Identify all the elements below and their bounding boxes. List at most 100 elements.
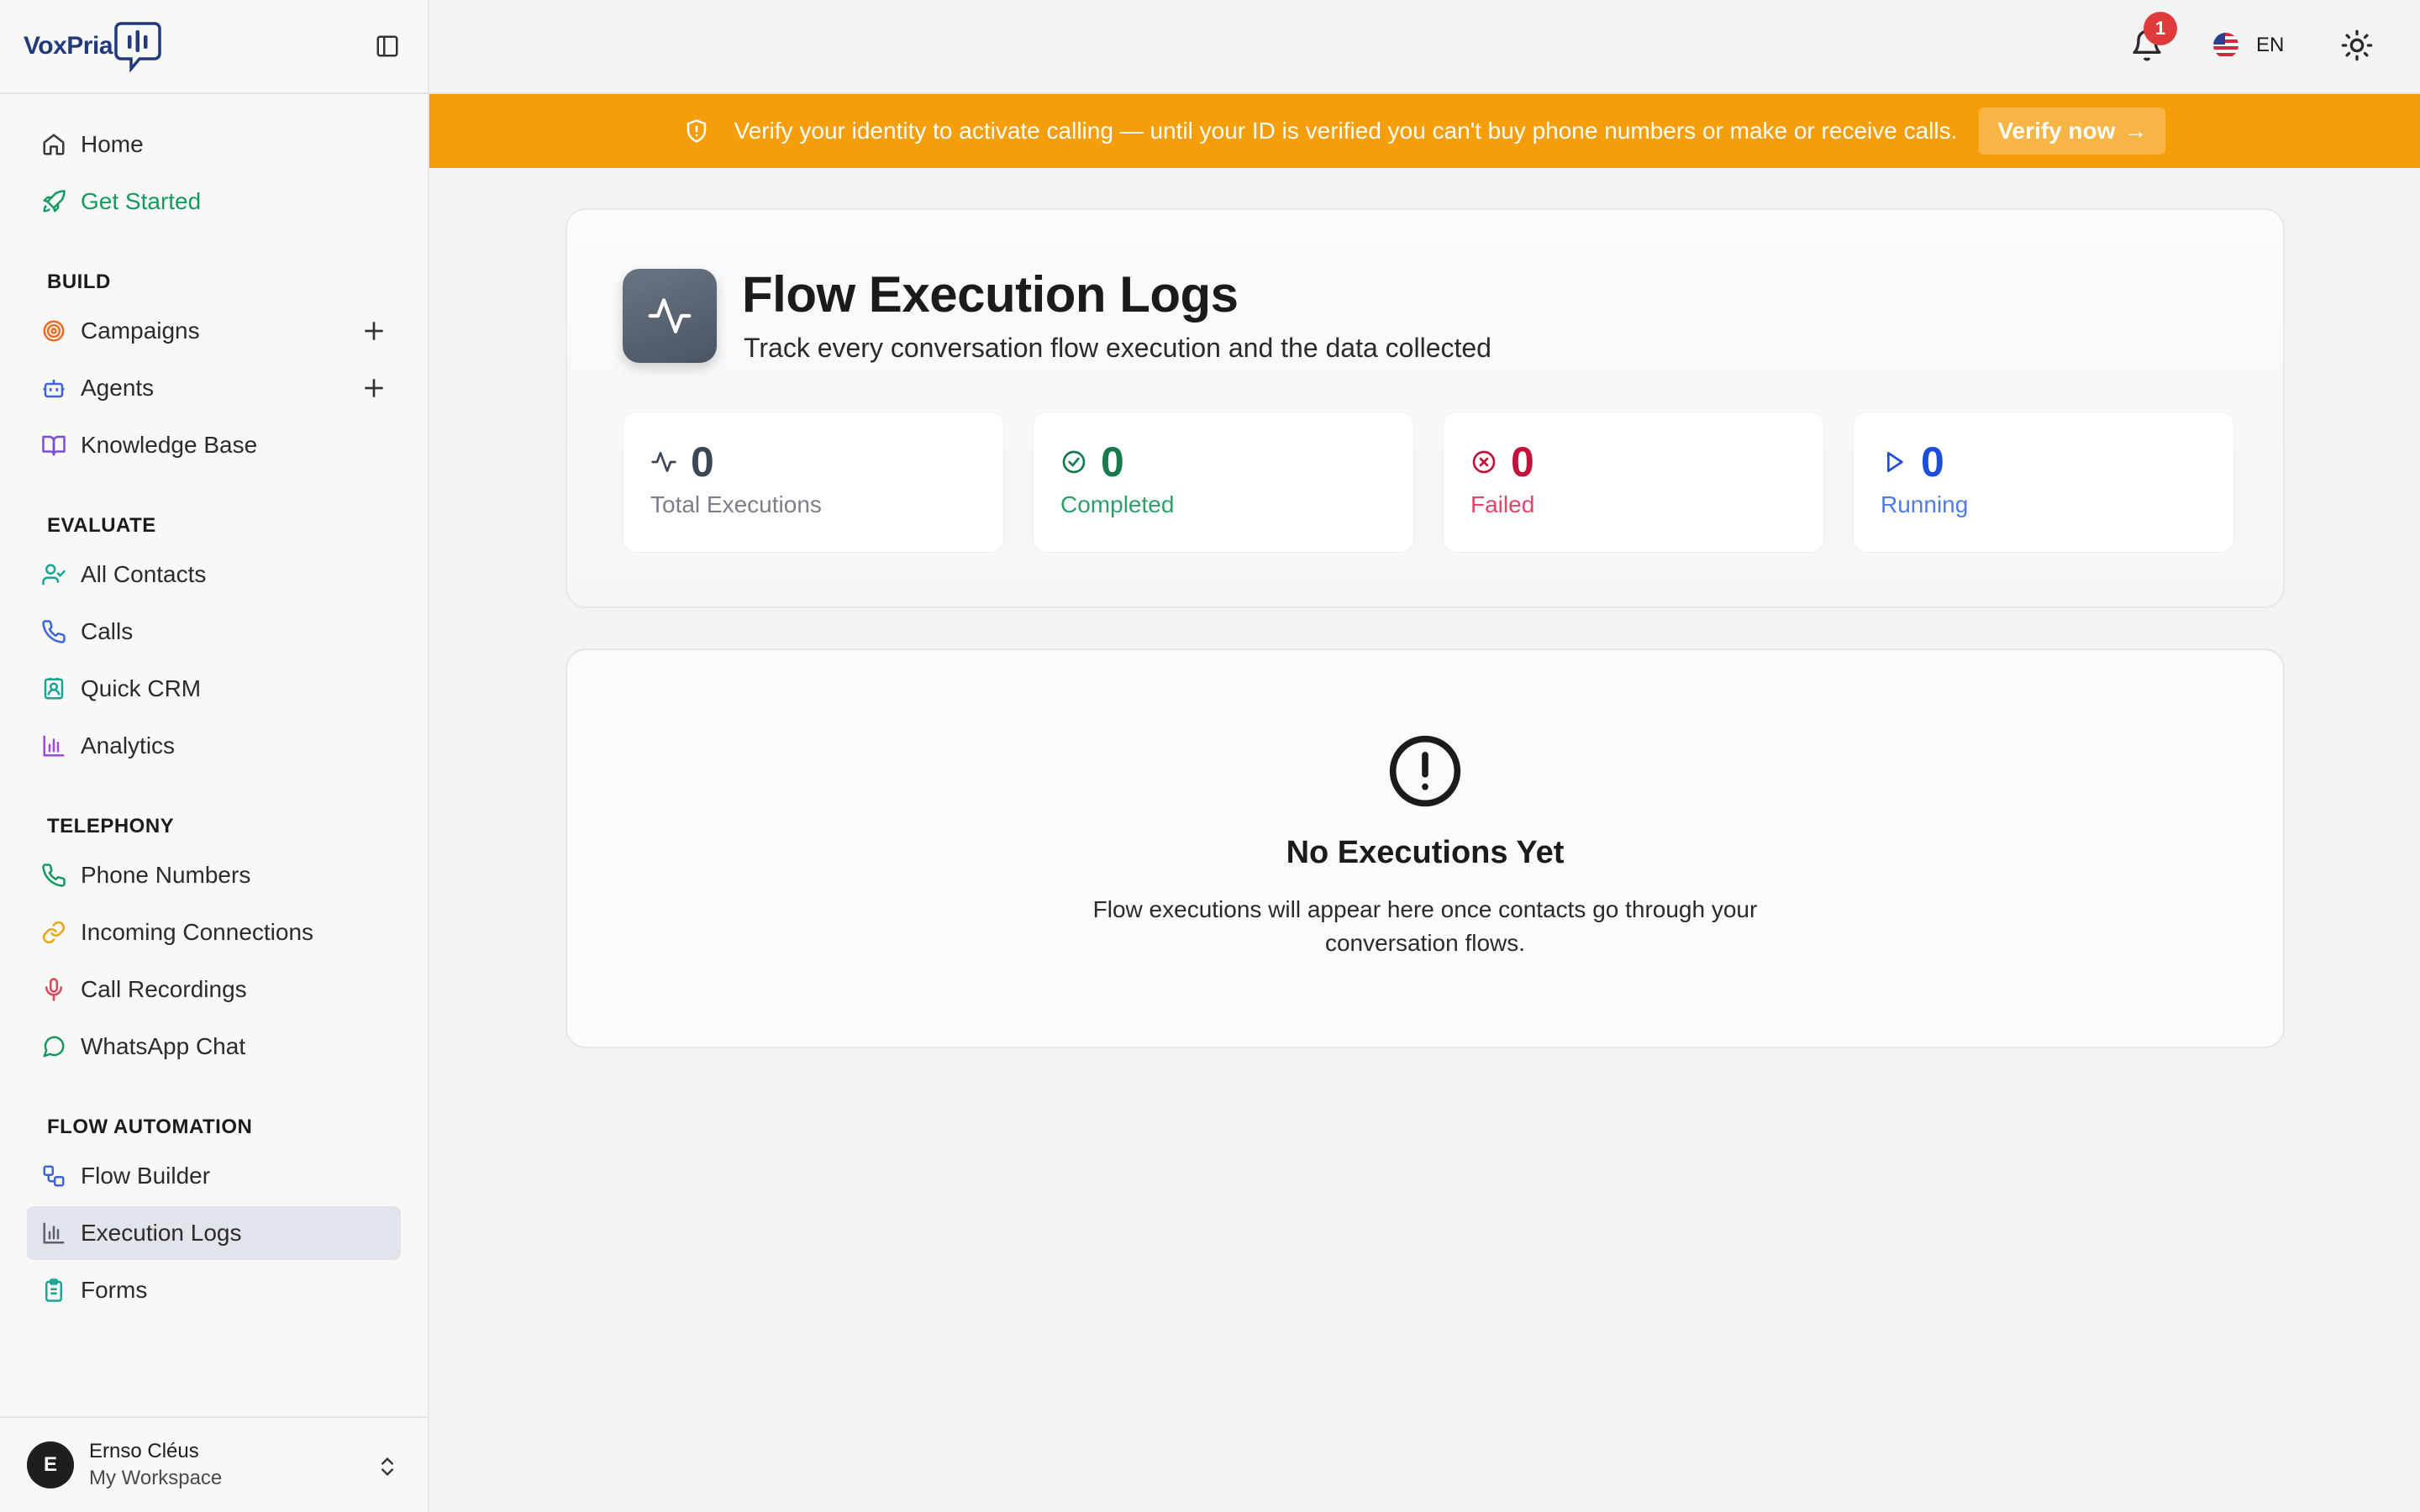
user-name: Ernso Cléus (89, 1440, 199, 1462)
sidebar-item-label: Flow Builder (81, 1163, 211, 1189)
sidebar-nav: Home Get Started BUILD Campaigns Agents (0, 94, 428, 1317)
language-code: EN (2256, 34, 2285, 56)
chevrons-up-down-icon (381, 1457, 393, 1476)
sidebar-item-analytics[interactable]: Analytics (27, 719, 401, 773)
workflow-icon (40, 1163, 67, 1189)
sidebar-item-label: Incoming Connections (81, 919, 314, 945)
sidebar-item-label: Knowledge Base (81, 432, 258, 458)
empty-state-card: No Executions Yet Flow executions will a… (566, 648, 2285, 1048)
section-label-telephony: TELEPHONY (47, 815, 175, 837)
sidebar-item-label: Agents (81, 375, 155, 401)
target-icon (40, 318, 67, 344)
phone-icon (40, 862, 67, 889)
stat-value: 0 (1921, 438, 1944, 486)
sidebar-item-label: Execution Logs (81, 1220, 242, 1246)
user-info: Ernso Cléus My Workspace (89, 1438, 222, 1492)
alert-circle-icon (1389, 735, 1461, 807)
section-label-flow-automation: FLOW AUTOMATION (47, 1116, 253, 1138)
sidebar-item-all-contacts[interactable]: All Contacts (27, 548, 401, 601)
sidebar-item-label: Calls (81, 618, 134, 644)
x-circle-icon (1472, 450, 1496, 474)
empty-state-description: Flow executions will appear here once co… (1092, 896, 1758, 956)
link-icon (40, 919, 67, 946)
sidebar-item-execution-logs[interactable]: Execution Logs (27, 1206, 401, 1260)
sidebar-item-agents[interactable]: Agents (27, 361, 401, 415)
chat-bubble-icon (40, 1033, 67, 1060)
sidebar-item-whatsapp-chat[interactable]: WhatsApp Chat (27, 1020, 401, 1074)
us-flag-icon (2213, 33, 2238, 58)
top-bar: 1 EN (429, 0, 2420, 94)
sidebar-item-knowledge-base[interactable]: Knowledge Base (27, 418, 401, 472)
banner-message: Verify your identity to activate calling… (734, 118, 1958, 144)
user-check-icon (40, 561, 67, 588)
mic-icon (40, 976, 67, 1003)
stat-value: 0 (691, 438, 714, 486)
stat-label: Failed (1470, 491, 1535, 517)
check-circle-icon (1062, 450, 1086, 474)
phone-icon (40, 618, 67, 645)
verification-banner: Verify your identity to activate calling… (429, 94, 2420, 168)
clipboard-icon (40, 1277, 67, 1304)
bar-chart-icon (40, 732, 67, 759)
stat-label: Total Executions (650, 491, 822, 517)
sidebar-item-label: WhatsApp Chat (81, 1033, 246, 1059)
empty-state-title: No Executions Yet (1286, 835, 1565, 870)
sidebar-item-campaigns[interactable]: Campaigns (27, 304, 401, 358)
notification-badge: 1 (2144, 12, 2177, 45)
sidebar-item-flow-builder[interactable]: Flow Builder (27, 1149, 401, 1203)
section-label-evaluate: EVALUATE (47, 514, 156, 537)
stat-card-total: 0 Total Executions (623, 412, 1004, 553)
sidebar-item-label: Analytics (81, 732, 176, 759)
sidebar-item-label: Quick CRM (81, 675, 202, 701)
stats-row: 0 Total Executions 0 Completed 0 Failed … (623, 412, 2234, 553)
home-icon (40, 131, 67, 158)
sidebar-item-quick-crm[interactable]: Quick CRM (27, 662, 401, 716)
verify-now-button[interactable]: Verify now → (1979, 108, 2166, 155)
page-title: Flow Execution Logs (742, 266, 1239, 323)
brand-logo[interactable]: VoxPria (24, 20, 161, 72)
sidebar-item-calls[interactable]: Calls (27, 605, 401, 659)
language-selector[interactable]: EN (2212, 29, 2284, 62)
sidebar-item-label: Get Started (81, 188, 202, 214)
arrow-right-icon: → (2123, 118, 2148, 144)
add-agent-icon[interactable] (360, 375, 387, 402)
page-subtitle: Track every conversation flow execution … (744, 333, 1491, 363)
user-menu[interactable]: E Ernso Cléus My Workspace (0, 1416, 428, 1512)
section-label-build: BUILD (47, 270, 111, 293)
sidebar-item-label: All Contacts (81, 561, 207, 587)
sidebar-item-incoming-connections[interactable]: Incoming Connections (27, 906, 401, 959)
sidebar-item-label: Campaigns (81, 318, 200, 344)
verify-now-label: Verify now (1997, 118, 2116, 144)
stat-card-failed: 0 Failed (1443, 412, 1824, 553)
activity-icon (623, 269, 717, 363)
sidebar-item-label: Home (81, 131, 144, 157)
book-icon (40, 432, 67, 459)
stat-label: Running (1881, 491, 1969, 517)
page-header-card: Flow Execution Logs Track every conversa… (566, 208, 2285, 608)
avatar: E (27, 1441, 74, 1488)
play-icon (1887, 452, 1903, 472)
stat-value: 0 (1101, 438, 1124, 486)
sidebar-item-label: Call Recordings (81, 976, 247, 1002)
workspace-name: My Workspace (89, 1467, 223, 1489)
sidebar-item-label: Phone Numbers (81, 862, 251, 888)
sidebar-item-phone-numbers[interactable]: Phone Numbers (27, 848, 401, 902)
add-campaign-icon[interactable] (360, 318, 387, 344)
brand-name: VoxPria (24, 32, 113, 60)
sidebar-item-call-recordings[interactable]: Call Recordings (27, 963, 401, 1016)
stat-label: Completed (1060, 491, 1175, 517)
activity-icon (651, 452, 676, 472)
stat-value: 0 (1511, 438, 1534, 486)
sidebar-item-home[interactable]: Home (27, 118, 401, 171)
shield-alert-icon (687, 119, 706, 143)
sun-icon[interactable] (2340, 29, 2374, 62)
sidebar-toggle-icon (376, 35, 398, 57)
contact-card-icon (40, 675, 67, 702)
sidebar-header: VoxPria (0, 0, 428, 94)
sidebar: VoxPria Home Get Started BUILD Campaigns… (0, 0, 429, 1512)
sidebar-item-forms[interactable]: Forms (27, 1263, 401, 1317)
sidebar-item-get-started[interactable]: Get Started (27, 175, 401, 228)
collapse-sidebar-button[interactable] (372, 31, 402, 61)
stat-card-running: 0 Running (1853, 412, 2234, 553)
sidebar-item-label: Forms (81, 1277, 148, 1303)
